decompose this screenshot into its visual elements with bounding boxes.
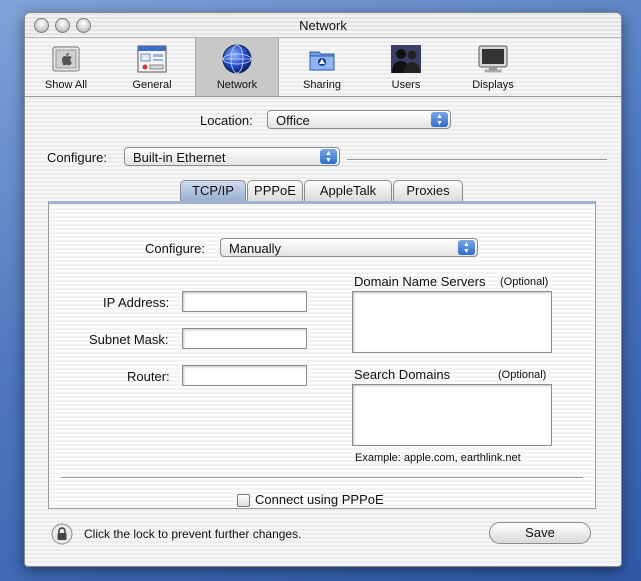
tcpip-panel: Configure: Manually ▲ ▼ IP Address: Subne… [48, 201, 596, 509]
dns-optional-label: (Optional) [500, 276, 549, 288]
router-label: Router: [127, 369, 170, 384]
toolbar-label: General [132, 79, 172, 91]
toolbar-label: Displays [472, 79, 514, 91]
location-popup[interactable]: Office ▲ ▼ [267, 110, 451, 129]
location-label: Location: [200, 113, 253, 128]
configure-label: Configure: [47, 150, 107, 165]
popup-arrows-icon: ▲ ▼ [458, 240, 475, 255]
location-value: Office [276, 113, 310, 128]
tcpip-configure-value: Manually [229, 241, 282, 256]
toolbar-displays[interactable]: Displays [458, 38, 528, 96]
search-domains-label: Search Domains [354, 367, 451, 382]
tab-proxies[interactable]: Proxies [393, 180, 463, 201]
popup-arrows-icon: ▲ ▼ [431, 112, 448, 127]
toolbar-label: Network [216, 79, 258, 91]
ip-address-field[interactable] [182, 291, 307, 312]
toolbar-sharing[interactable]: Sharing [287, 38, 357, 96]
users-silhouette-icon [391, 45, 421, 73]
router-field[interactable] [182, 365, 307, 386]
general-prefs-icon [137, 45, 167, 73]
pppoe-checkbox-label[interactable]: Connect using PPPoE [255, 492, 384, 507]
toolbar-users[interactable]: Users [371, 38, 441, 96]
panel-divider [61, 477, 583, 478]
tcpip-configure-label: Configure: [145, 241, 205, 256]
toolbar-label: Show All [44, 79, 88, 91]
tab-pppoe[interactable]: PPPoE [247, 180, 303, 201]
search-domains-textarea[interactable] [352, 384, 552, 446]
window-title: Network [299, 18, 347, 33]
title-bar[interactable]: Network [25, 13, 621, 38]
subnet-mask-field[interactable] [182, 328, 307, 349]
toolbar-network[interactable]: Network [195, 38, 279, 96]
preferences-toolbar: Show All General Network Sharing Users D… [25, 38, 621, 97]
tcpip-configure-popup[interactable]: Manually ▲ ▼ [220, 238, 478, 257]
ip-address-label: IP Address: [103, 295, 170, 310]
network-preferences-window: Network Show All General Network Sharing… [24, 12, 622, 567]
display-monitor-icon [478, 45, 508, 73]
sharing-folder-icon [309, 51, 335, 71]
lock-icon[interactable] [51, 523, 73, 545]
popup-arrows-icon: ▲ ▼ [320, 149, 337, 164]
toolbar-show-all[interactable]: Show All [33, 38, 99, 96]
toolbar-label: Sharing [303, 79, 341, 91]
dns-servers-textarea[interactable] [352, 291, 552, 353]
toolbar-general[interactable]: General [117, 38, 187, 96]
tab-tcpip[interactable]: TCP/IP [180, 180, 246, 201]
divider [347, 159, 607, 160]
dns-label: Domain Name Servers [354, 274, 486, 289]
apple-show-all-icon [52, 46, 80, 72]
pppoe-checkbox[interactable] [237, 494, 250, 507]
configure-interface-popup[interactable]: Built-in Ethernet ▲ ▼ [124, 147, 340, 166]
tab-appletalk[interactable]: AppleTalk [304, 180, 392, 201]
save-button[interactable]: Save [489, 522, 591, 544]
example-text: Example: apple.com, earthlink.net [355, 452, 521, 464]
toolbar-label: Users [391, 79, 421, 91]
network-globe-icon [222, 44, 252, 74]
subnet-mask-label: Subnet Mask: [89, 332, 169, 347]
lock-message: Click the lock to prevent further change… [84, 527, 302, 541]
search-optional-label: (Optional) [498, 369, 547, 381]
configure-interface-value: Built-in Ethernet [133, 150, 226, 165]
